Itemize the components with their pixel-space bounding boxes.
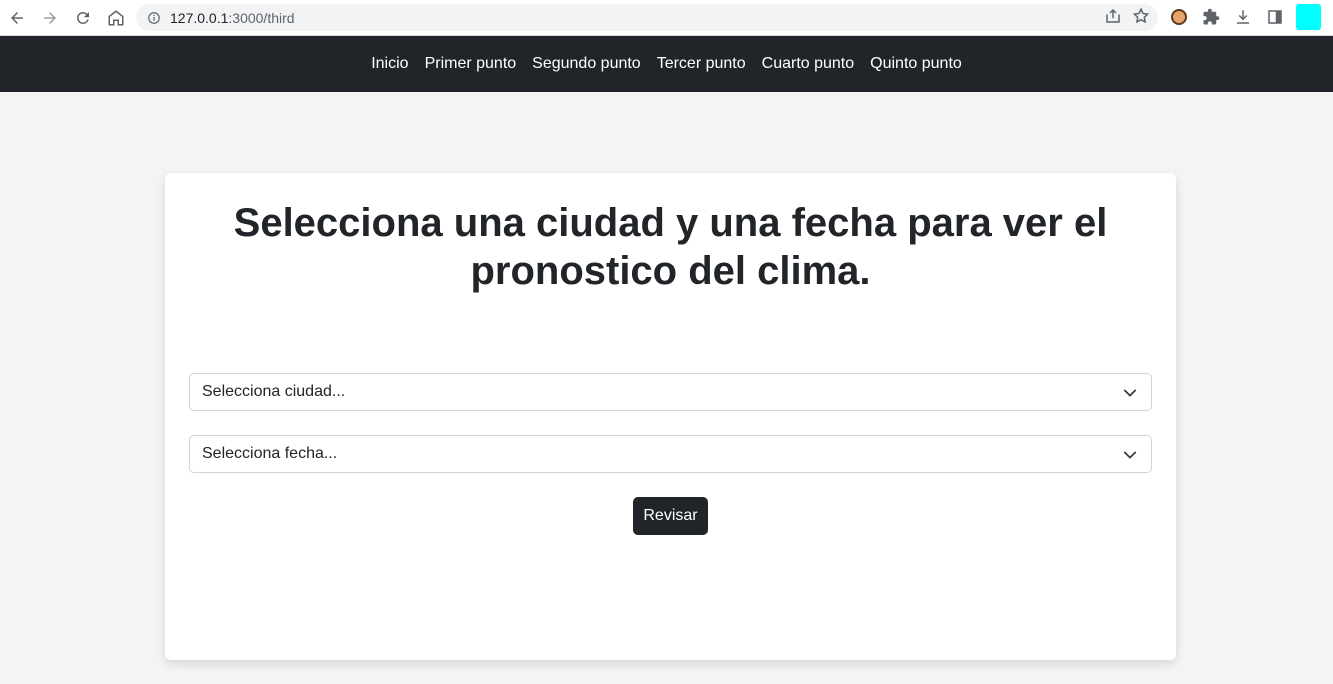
chevron-down-icon <box>1123 389 1137 397</box>
nav-item-cuarto-punto[interactable]: Cuarto punto <box>754 55 863 73</box>
revisar-button[interactable]: Revisar <box>633 497 708 535</box>
side-panel-button[interactable] <box>1264 4 1286 30</box>
date-select-value: Selecciona fecha... <box>202 445 338 462</box>
extension-avatar-icon <box>1171 9 1187 25</box>
date-select[interactable]: Selecciona fecha... <box>189 435 1152 473</box>
url-text[interactable]: 127.0.0.1:3000/third <box>170 10 295 26</box>
nav-item-tercer-punto[interactable]: Tercer punto <box>649 55 754 73</box>
sidebar-icon <box>1268 10 1282 24</box>
nav-item-segundo-punto[interactable]: Segundo punto <box>524 55 649 73</box>
page-title: Selecciona una ciudad y una fecha para v… <box>233 201 1108 293</box>
nav-item-quinto-punto[interactable]: Quinto punto <box>862 55 970 73</box>
back-button[interactable] <box>1 2 33 34</box>
home-button[interactable] <box>100 2 132 34</box>
home-icon <box>108 9 124 25</box>
nav-item-inicio[interactable]: Inicio <box>363 55 416 73</box>
nav-links: Inicio Primer punto Segundo punto Tercer… <box>363 55 970 73</box>
info-icon[interactable] <box>147 11 161 25</box>
url-host: 127.0.0.1 <box>170 9 229 26</box>
share-icon[interactable] <box>1104 7 1122 25</box>
puzzle-icon <box>1203 8 1220 25</box>
city-select[interactable]: Selecciona ciudad... <box>189 373 1152 411</box>
address-bar[interactable]: 127.0.0.1:3000/third <box>136 4 1158 31</box>
extensions-button[interactable] <box>1200 4 1222 30</box>
profile-button[interactable] <box>1296 4 1321 30</box>
extension-avatar-button[interactable] <box>1168 4 1190 30</box>
url-path: :3000/third <box>228 9 295 26</box>
back-icon <box>11 11 23 24</box>
reload-icon <box>76 11 89 24</box>
browser-toolbar: 127.0.0.1:3000/third <box>0 0 1333 36</box>
forward-icon <box>44 11 56 24</box>
reload-button[interactable] <box>67 2 99 34</box>
top-navbar: Inicio Primer punto Segundo punto Tercer… <box>0 36 1333 92</box>
chevron-down-icon <box>1123 451 1137 459</box>
download-icon <box>1237 10 1249 24</box>
nav-item-primer-punto[interactable]: Primer punto <box>417 55 525 73</box>
downloads-button[interactable] <box>1232 4 1254 30</box>
star-icon[interactable] <box>1132 7 1150 25</box>
forward-button[interactable] <box>34 2 66 34</box>
city-select-value: Selecciona ciudad... <box>202 383 346 400</box>
weather-form-card: Selecciona una ciudad y una fecha para v… <box>165 173 1176 660</box>
